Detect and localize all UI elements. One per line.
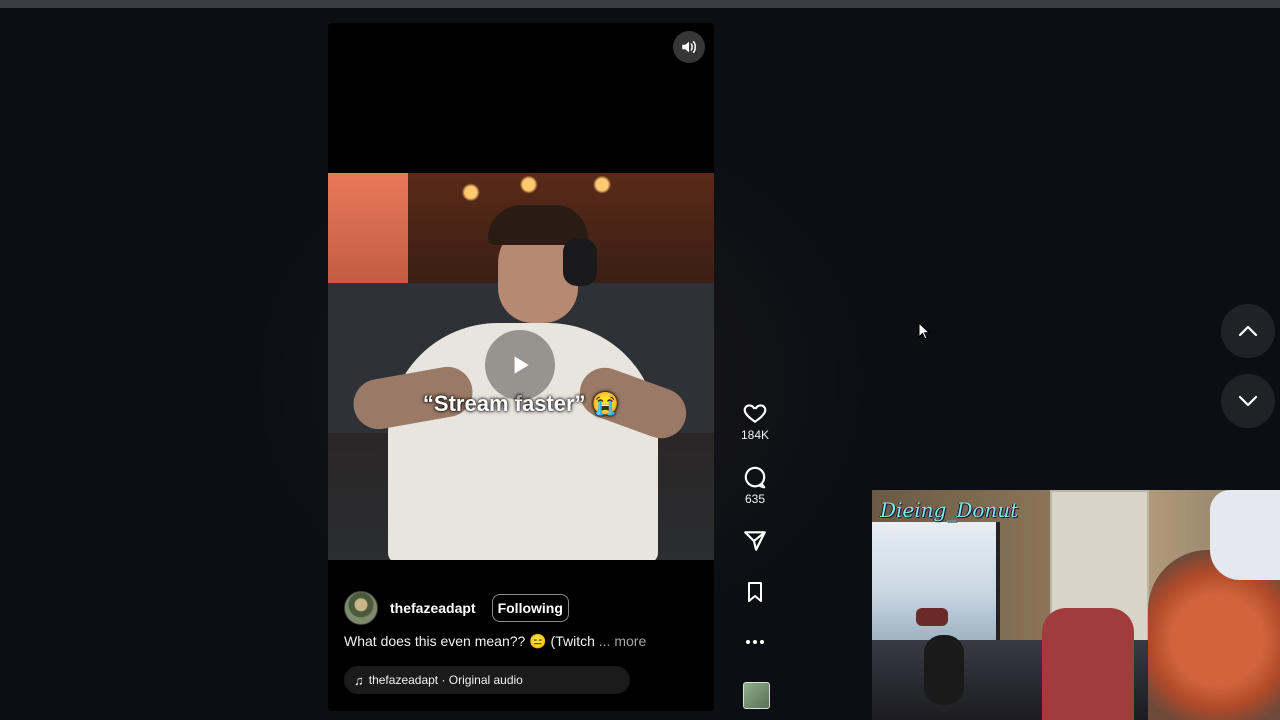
caption-text: What does this even mean?? 😑 (Twitch	[344, 633, 595, 649]
author-username[interactable]: thefazeadapt	[390, 600, 476, 616]
next-reel-button[interactable]	[1221, 374, 1275, 428]
share-action[interactable]	[735, 528, 775, 554]
webcam-tv	[872, 522, 1000, 640]
mute-button[interactable]	[673, 31, 705, 63]
webcam-chair	[1042, 608, 1134, 720]
like-count: 184K	[740, 428, 770, 442]
chevron-down-icon	[1238, 395, 1258, 407]
heart-icon	[743, 404, 767, 423]
bookmark-icon	[748, 582, 762, 602]
more-icon	[746, 640, 764, 644]
author-avatar[interactable]	[344, 591, 378, 625]
more-link[interactable]: ... more	[599, 633, 646, 649]
previous-reel-button[interactable]	[1221, 304, 1275, 358]
more-options-button[interactable]	[735, 632, 775, 652]
chevron-up-icon	[1238, 325, 1258, 337]
video-headphones	[563, 238, 597, 286]
share-icon	[744, 531, 766, 551]
comment-count: 635	[744, 492, 766, 506]
video-frame[interactable]: “Stream faster” 😭	[328, 173, 714, 560]
audio-thumbnail[interactable]	[743, 682, 770, 709]
comment-icon	[744, 466, 766, 489]
audio-label: thefazeadapt · Original audio	[368, 673, 523, 687]
audio-link[interactable]: ♫ thefazeadapt · Original audio	[344, 666, 630, 694]
reel-player[interactable]: “Stream faster” 😭 thefazeadapt Following…	[328, 23, 714, 711]
play-button[interactable]	[485, 330, 555, 400]
post-caption: What does this even mean?? 😑 (Twitch ...…	[344, 633, 646, 650]
webcam-car	[916, 608, 948, 626]
speaker-icon	[682, 41, 696, 53]
author-row: thefazeadapt Following	[344, 591, 569, 625]
save-action[interactable]	[735, 580, 775, 604]
like-action[interactable]: 184K	[735, 400, 775, 442]
video-wall	[328, 173, 408, 293]
webcam-microphone	[924, 635, 964, 705]
mouse-cursor-icon	[918, 322, 930, 340]
following-button[interactable]: Following	[491, 594, 569, 622]
webcam-overlay: Dieing_Donut	[872, 490, 1280, 720]
play-icon	[514, 356, 529, 374]
music-note-icon: ♫	[354, 672, 364, 688]
comment-action[interactable]: 635	[735, 464, 775, 506]
webcam-jersey	[1210, 490, 1280, 580]
browser-top-bar	[0, 0, 1280, 8]
webcam-username-label: Dieing_Donut	[880, 498, 1019, 522]
